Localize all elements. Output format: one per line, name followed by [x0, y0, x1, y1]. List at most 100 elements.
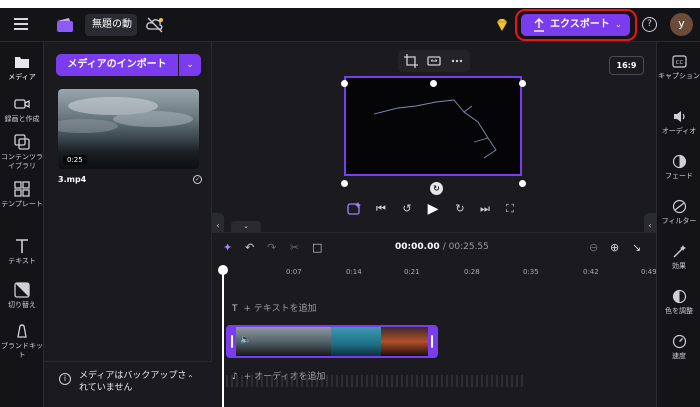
timeline: ✦ ↶ ↷ ✂ □ 00:00.00 / 00:25.55 ⊖ ⊕ ↘ 0 0:… [212, 232, 657, 407]
add-text-track[interactable]: T + テキストを追加 [232, 301, 317, 314]
resize-handle[interactable] [519, 180, 526, 187]
panel-item-audio[interactable]: オーディオ [657, 109, 700, 136]
aspect-ratio-button[interactable]: 16:9 [609, 56, 644, 75]
zoom-in-icon[interactable]: ⊕ [610, 241, 619, 255]
crop-icon[interactable] [404, 54, 418, 68]
chevron-up-icon[interactable]: ⌃ [187, 374, 194, 383]
collapse-timeline-button[interactable]: ⌄ [231, 221, 261, 232]
top-bar: 無題の動 エクスポート ⌄ ? y [0, 8, 700, 42]
sidebar-item-record[interactable]: 録画と作成 [0, 96, 44, 124]
add-audio-label: + オーディオを追加 [243, 372, 326, 382]
media-asset-thumbnail[interactable]: 0:25 [58, 89, 199, 169]
ruler-tick: 0:28 [464, 268, 480, 276]
delete-icon[interactable]: □ [312, 241, 322, 255]
forward-5s-icon[interactable]: ↻ [451, 201, 469, 217]
panel-item-filters[interactable]: フィルター [657, 199, 700, 226]
sidebar-item-label: コンテンツライブラリ [1, 153, 43, 170]
help-icon[interactable]: ? [642, 17, 657, 32]
rotate-handle-icon[interactable]: ↻ [430, 182, 443, 195]
resize-handle[interactable] [341, 80, 348, 87]
add-audio-track[interactable]: ♪ + オーディオを追加 [232, 369, 326, 382]
export-button-label: エクスポート [550, 19, 610, 30]
skip-back-icon[interactable]: ⏮ [373, 201, 389, 217]
playhead[interactable] [218, 265, 228, 407]
total-time: / 00:25.55 [442, 242, 489, 252]
export-button[interactable]: エクスポート ⌄ [521, 14, 630, 36]
library-icon [14, 134, 30, 150]
panel-item-color[interactable]: 色を調整 [657, 289, 700, 316]
cloud-sync-off-icon[interactable] [145, 16, 165, 34]
camera-icon [14, 99, 30, 109]
menu-icon[interactable] [14, 18, 28, 30]
fullscreen-icon[interactable]: ⛶ [502, 201, 518, 217]
panel-item-label: フィルター [661, 217, 697, 225]
sidebar-item-transitions[interactable]: 切り替え [0, 282, 44, 310]
panel-item-label: フェード [665, 172, 693, 180]
panel-item-speed[interactable]: 速度 [657, 334, 700, 361]
fade-icon [672, 154, 686, 169]
sidebar-item-label: 切り替え [8, 301, 36, 309]
chevron-down-icon: ⌄ [186, 60, 194, 70]
sidebar-item-label: メディア [8, 73, 36, 81]
fit-timeline-icon[interactable]: ↘ [632, 241, 641, 255]
media-panel: メディアのインポート ⌄ 0:25 3.mp4 ✓ i メディアはバックアップさ… [44, 42, 212, 407]
upload-icon [534, 18, 544, 32]
clip-trim-handle-left[interactable] [228, 327, 236, 356]
project-name-field[interactable]: 無題の動 [85, 14, 137, 36]
resize-handle[interactable] [341, 180, 348, 187]
panel-item-effects[interactable]: 効果 [657, 244, 700, 271]
speaker-icon[interactable]: 🔈 [240, 335, 251, 345]
panel-item-captions[interactable]: CC キャプション [657, 54, 700, 81]
left-sidebar: メディア 録画と作成 コンテンツライブラリ テンプレート テキスト 切り替え ブ… [0, 42, 44, 407]
chevron-down-icon: ⌄ [615, 20, 622, 29]
backup-notice-text: メディアはバックアップされていません [79, 371, 187, 393]
clip-trim-handle-right[interactable] [428, 327, 436, 356]
ruler-tick: 0:21 [404, 268, 420, 276]
asset-duration: 0:25 [63, 155, 87, 165]
transition-icon [14, 282, 30, 298]
panel-item-label: 効果 [672, 262, 686, 270]
cc-icon: CC [671, 55, 687, 68]
video-clip[interactable]: 🔈 [226, 325, 438, 358]
split-scissors-icon[interactable]: ✂ [290, 241, 299, 255]
magic-icon[interactable]: ✦ [223, 241, 232, 255]
backup-notice[interactable]: i メディアはバックアップされていません ⌃ [44, 361, 212, 407]
sidebar-item-label: ブランドキット [1, 342, 43, 359]
speaker-icon [673, 111, 685, 122]
more-options-icon[interactable] [450, 54, 464, 68]
sidebar-item-content-library[interactable]: コンテンツライブラリ [0, 134, 44, 171]
clipchamp-editor: 無題の動 エクスポート ⌄ ? y メディア 録画と作成 コンテンツライブラリ … [0, 8, 700, 407]
user-avatar[interactable]: y [670, 13, 693, 36]
play-icon[interactable]: ▶ [424, 201, 442, 217]
resize-handle[interactable] [519, 80, 526, 87]
skip-forward-icon[interactable]: ⏭ [477, 201, 493, 217]
premium-gem-icon[interactable] [494, 17, 510, 33]
fit-icon[interactable] [427, 54, 441, 68]
sidebar-item-brand-kit[interactable]: ブランドキット [0, 323, 44, 360]
text-t-icon [16, 239, 28, 253]
sidebar-item-label: テキスト [8, 257, 36, 265]
template-grid-icon [14, 181, 30, 197]
import-options-dropdown[interactable]: ⌄ [179, 54, 201, 76]
zoom-out-icon[interactable]: ⊖ [589, 241, 598, 255]
speedometer-icon [672, 334, 686, 349]
ruler-tick: 0:07 [286, 268, 302, 276]
sidebar-item-media[interactable]: メディア [0, 54, 44, 82]
check-circle-icon: ✓ [193, 175, 202, 184]
ruler-tick: 0:35 [523, 268, 539, 276]
panel-item-fade[interactable]: フェード [657, 154, 700, 181]
magic-add-icon[interactable] [346, 201, 362, 217]
preview-canvas[interactable] [344, 76, 522, 176]
ruler-tick: 0:42 [583, 268, 599, 276]
ruler-tick: 0:14 [346, 268, 362, 276]
resize-handle[interactable] [430, 80, 437, 87]
redo-icon[interactable]: ↷ [267, 241, 276, 255]
timeline-ruler[interactable]: 0 0:07 0:14 0:21 0:28 0:35 0:42 0:49 [212, 264, 657, 280]
adjust-color-icon [672, 289, 686, 304]
sidebar-item-templates[interactable]: テンプレート [0, 181, 44, 209]
rewind-5s-icon[interactable]: ↺ [398, 201, 416, 217]
undo-icon[interactable]: ↶ [245, 241, 254, 255]
panel-item-label: キャプション [658, 72, 700, 80]
sidebar-item-text[interactable]: テキスト [0, 238, 44, 266]
import-media-button[interactable]: メディアのインポート [56, 54, 178, 76]
